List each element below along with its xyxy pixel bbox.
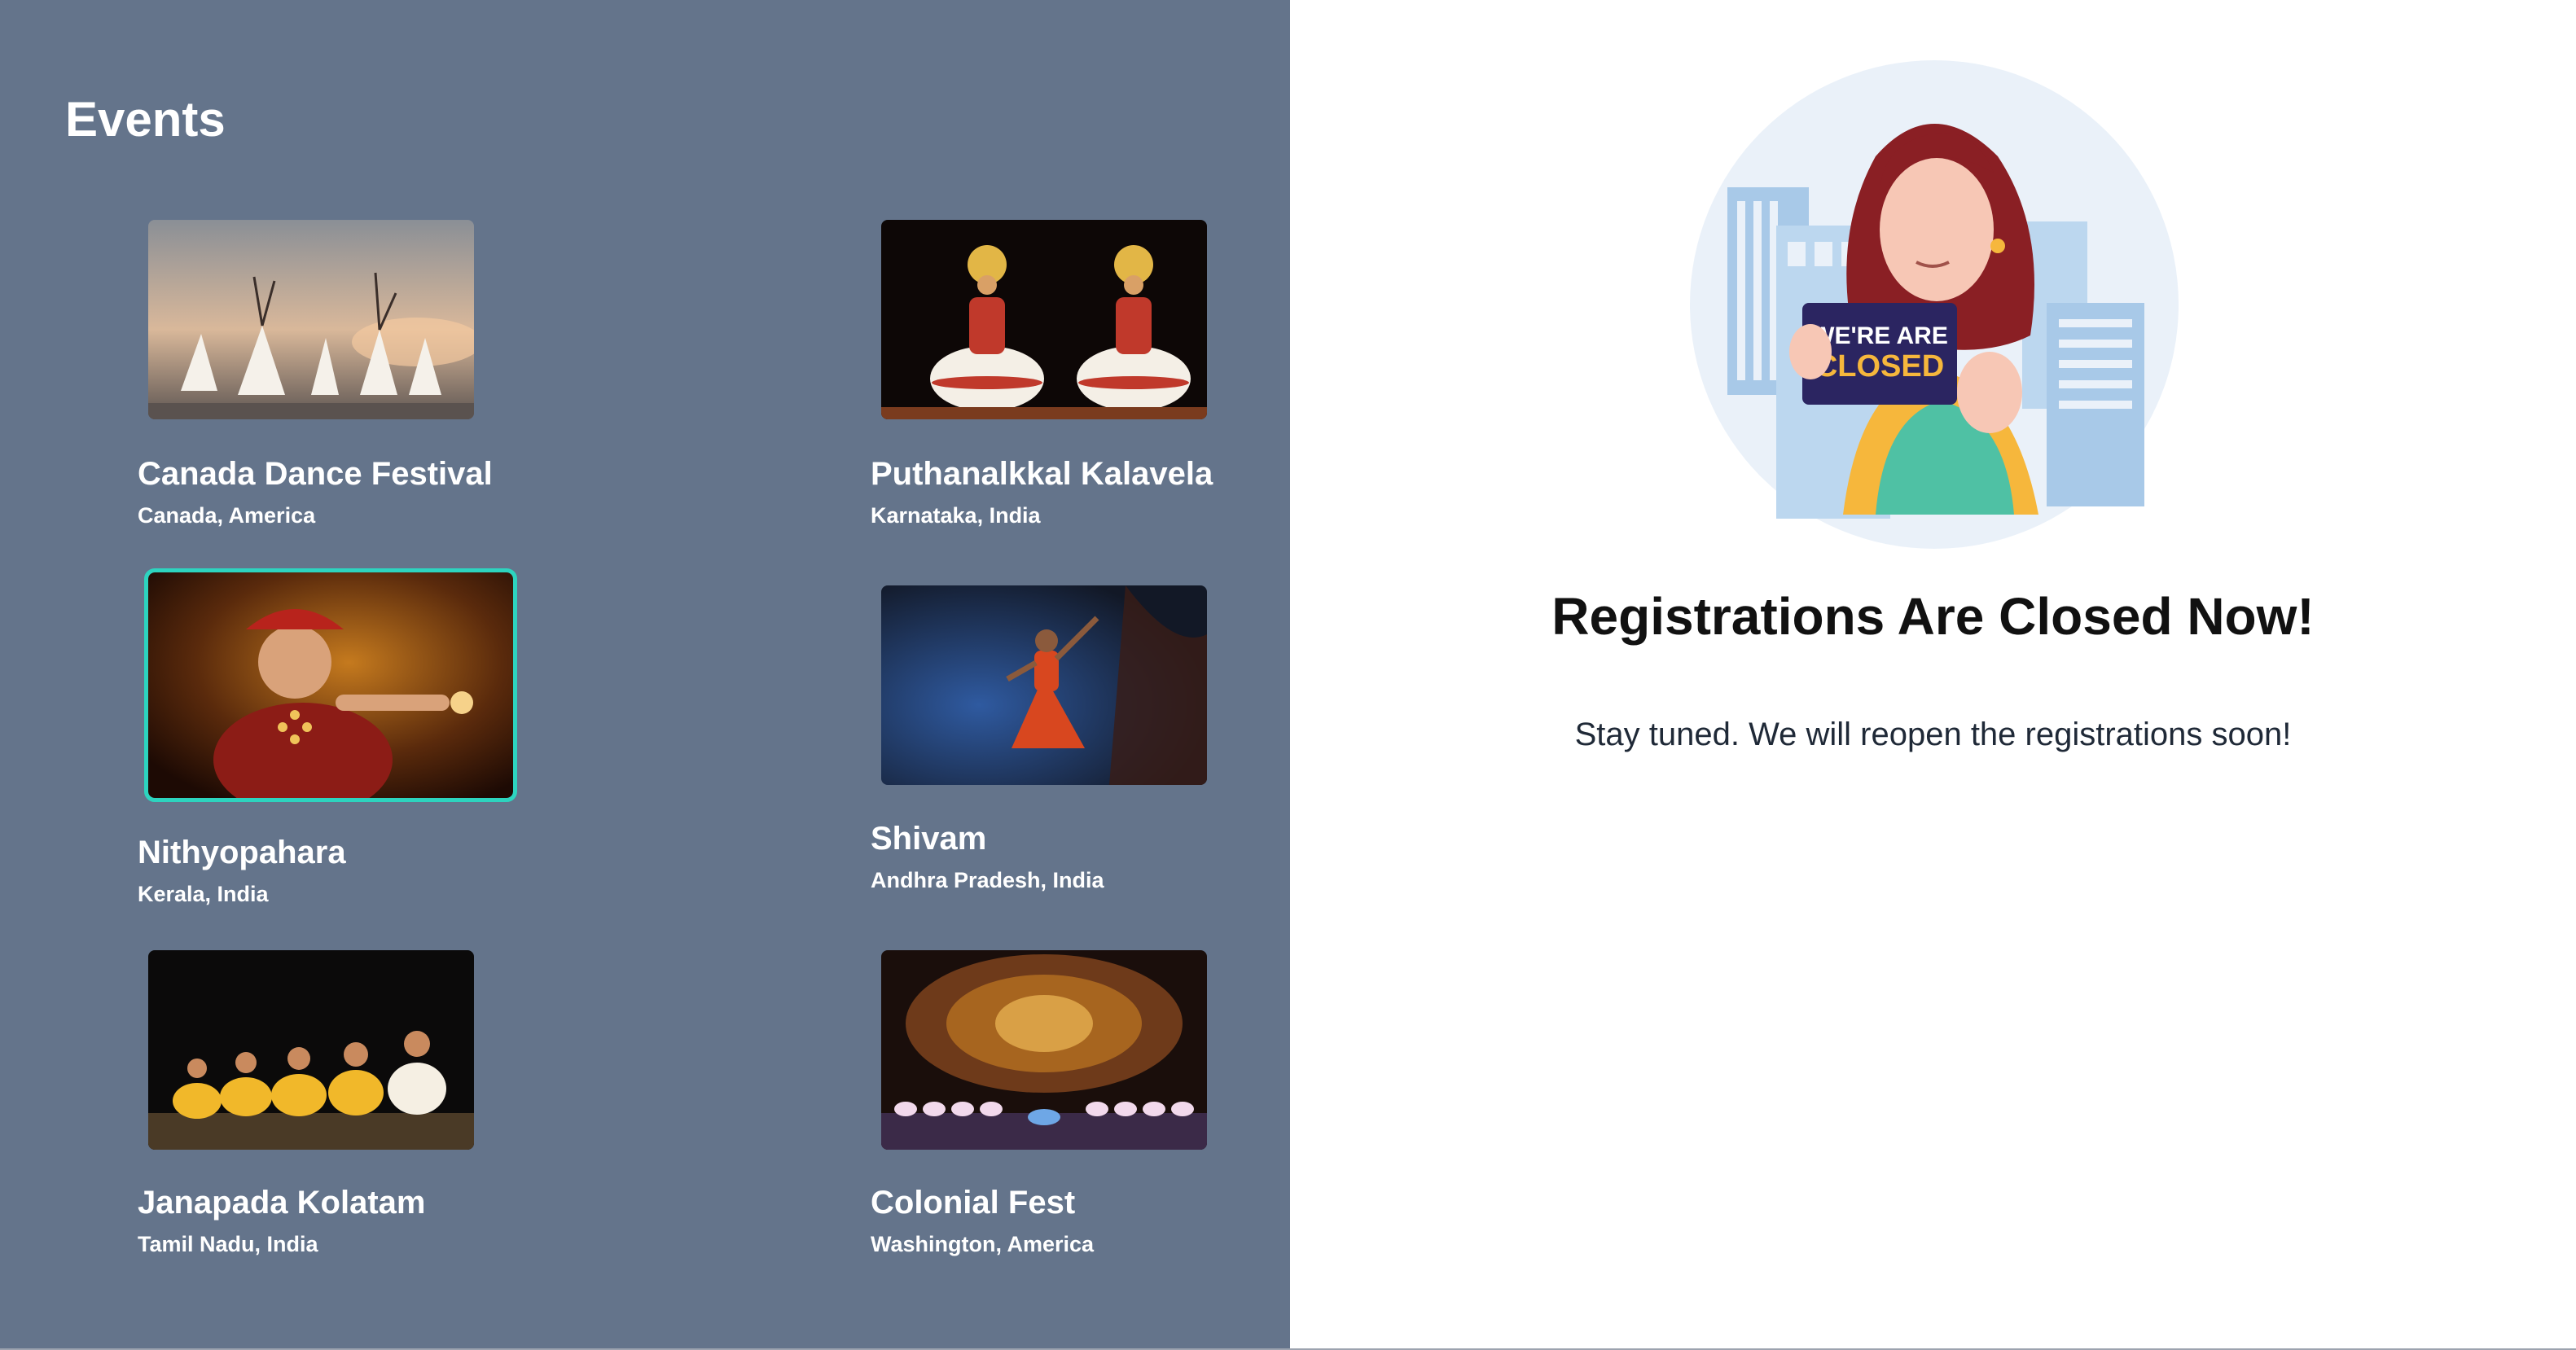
event-image (144, 568, 517, 802)
event-name: Shivam (871, 821, 987, 857)
event-location: Washington, America (871, 1232, 1095, 1256)
event-name: Puthanalkkal Kalavela (871, 456, 1213, 492)
event-location: Canada, America (138, 503, 316, 528)
registration-closed-panel: WE'RE ARE CLOSED Registrations Are Close… (1290, 0, 2576, 1350)
event-location: Kerala, India (138, 882, 269, 906)
event-image (881, 220, 1207, 419)
sign-line-2: CLOSED (1815, 349, 1944, 384)
event-location: Andhra Pradesh, India (871, 868, 1104, 892)
event-name: Colonial Fest (871, 1185, 1076, 1221)
event-location: Karnataka, India (871, 503, 1041, 528)
registration-closed-subtext: Stay tuned. We will reopen the registrat… (1574, 717, 2292, 752)
event-image (881, 950, 1207, 1150)
event-image (148, 950, 474, 1150)
page: Events Canada Dance Festival Canada, Ame… (0, 0, 2576, 1350)
event-name: Canada Dance Festival (138, 456, 493, 492)
registration-closed-heading: Registrations Are Closed Now! (1551, 587, 2315, 646)
events-panel: Events Canada Dance Festival Canada, Ame… (0, 0, 1290, 1350)
closed-sign-illustration: WE'RE ARE CLOSED (1688, 59, 2180, 550)
events-title: Events (65, 92, 226, 147)
event-image (148, 220, 474, 419)
sign-line-1: WE'RE ARE (1811, 322, 1948, 349)
event-name: Nithyopahara (138, 835, 346, 870)
event-name: Janapada Kolatam (138, 1185, 426, 1221)
event-location: Tamil Nadu, India (138, 1232, 318, 1256)
event-image (881, 585, 1207, 785)
